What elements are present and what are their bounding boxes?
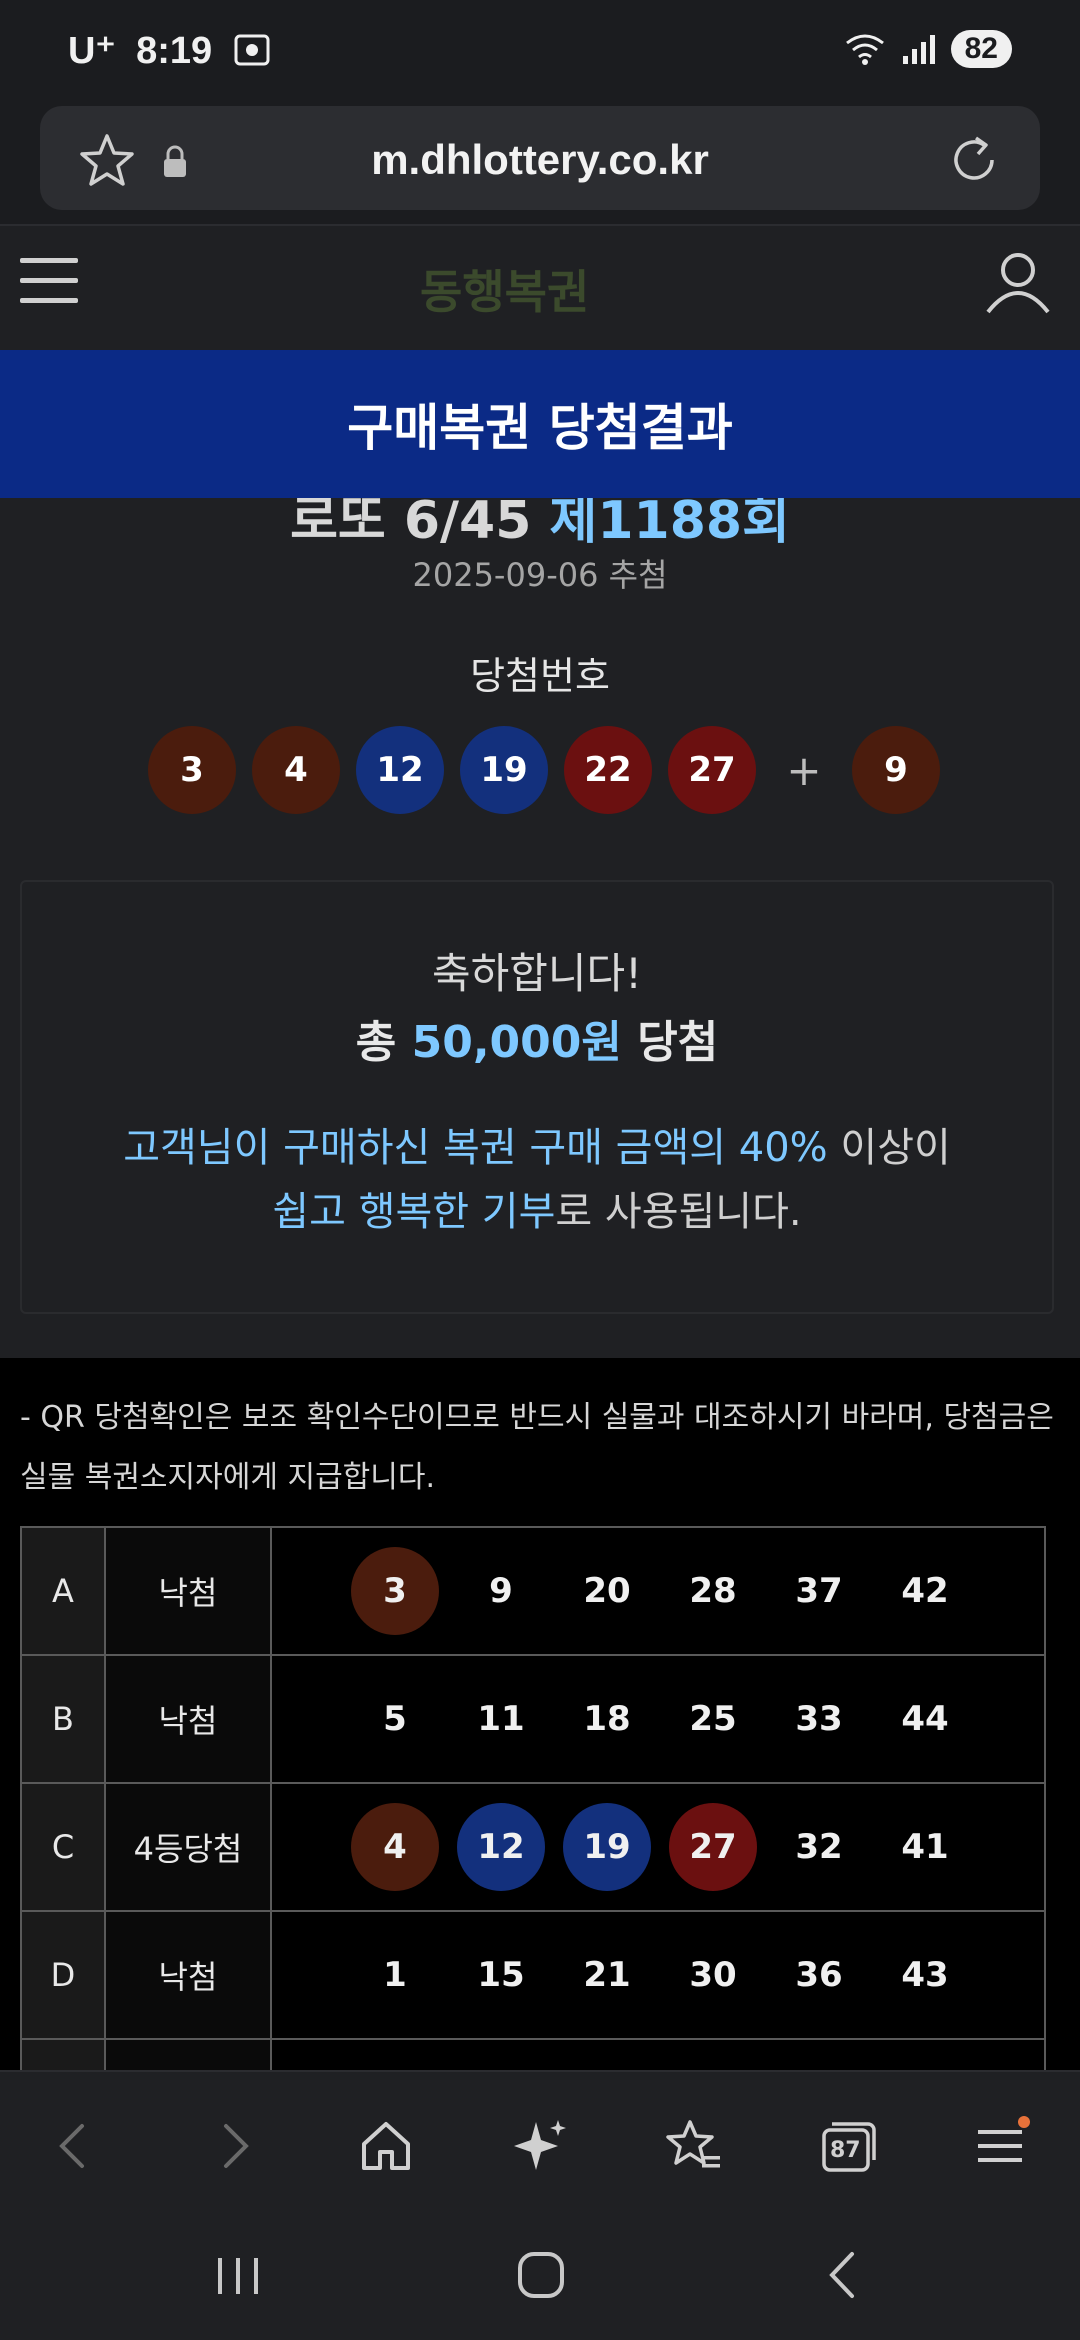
game-status: 낙첨 [104, 1526, 272, 1656]
ticket-number: 28 [689, 1571, 737, 1611]
bookmarks-icon[interactable] [664, 2116, 724, 2176]
forward-arrow-icon[interactable] [204, 2116, 264, 2176]
prize-prefix: 총 [355, 1017, 397, 1068]
prize-suffix: 당첨 [637, 1017, 719, 1068]
ticket-number: 44 [901, 1699, 949, 1739]
user-account-icon[interactable] [984, 250, 1052, 314]
back-nav-icon[interactable] [808, 2240, 878, 2310]
winning-numbers: 3 4 12 19 22 27 + 9 [148, 726, 956, 814]
ticket-number-matched: 12 [457, 1803, 545, 1891]
prize-summary: 총 50,000원 당첨 [22, 1006, 1052, 1070]
draw-date: 2025-09-06 추첨 [412, 556, 668, 594]
ticket-number: 33 [795, 1699, 843, 1739]
menu-button[interactable] [972, 2116, 1032, 2176]
ticket-number-matched: 3 [351, 1547, 439, 1635]
table-row: C 4등당첨 4 12 19 27 32 41 [20, 1782, 1046, 1912]
ticket-section: - QR 당첨확인은 보조 확인수단이므로 반드시 실물과 대조하시기 바라며,… [0, 1358, 1080, 2168]
status-right: 82 [843, 30, 1012, 68]
home-icon[interactable] [356, 2116, 416, 2176]
hamburger-menu-icon[interactable] [18, 254, 80, 308]
recent-apps-icon[interactable] [204, 2240, 274, 2310]
browser-bottom-bar: 87 [0, 2070, 1080, 2212]
url-bar[interactable]: m.dhlottery.co.kr [40, 106, 1040, 210]
tabs-count: 87 [830, 2138, 861, 2163]
menu-icon [978, 2116, 1030, 2162]
game-numbers: 5 11 18 25 33 44 [270, 1654, 1046, 1784]
round-number: 제1188회 [549, 491, 790, 551]
status-left: U⁺ 8:19 [68, 28, 271, 73]
ticket-number: 18 [583, 1699, 631, 1739]
game-status: 낙첨 [104, 1654, 272, 1784]
table-row: B 낙첨 5 11 18 25 33 44 [20, 1654, 1046, 1784]
system-nav-bar [0, 2210, 1080, 2340]
site-logo[interactable]: 동행복권 [420, 256, 589, 322]
winning-ball: 12 [356, 726, 444, 814]
ticket-number-matched: 4 [351, 1803, 439, 1891]
signal-icon [902, 35, 935, 64]
donate-line1-rest: 이상이 [840, 1125, 951, 1171]
ticket-number: 5 [383, 1699, 407, 1739]
game-numbers: 1 15 21 30 36 43 [270, 1910, 1046, 2040]
winning-ball: 3 [148, 726, 236, 814]
ticket-number: 42 [901, 1571, 949, 1611]
donate-line2-rest: 로 사용됩니다. [555, 1189, 802, 1235]
ai-sparkle-icon[interactable] [510, 2116, 570, 2176]
ticket-number: 15 [477, 1955, 525, 1995]
ticket-number: 1 [383, 1955, 407, 1995]
page-title-banner: 구매복권 당첨결과 [0, 350, 1080, 498]
game-label: A [20, 1526, 106, 1656]
wifi-icon [845, 34, 884, 65]
game-label: C [20, 1782, 106, 1912]
ticket-number: 36 [795, 1955, 843, 1995]
ticket-number-matched: 19 [563, 1803, 651, 1891]
game-status: 낙첨 [104, 1910, 272, 2040]
home-nav-icon[interactable] [506, 2240, 576, 2310]
ticket-number: 41 [901, 1827, 949, 1867]
carrier-label: U⁺ [68, 30, 116, 72]
result-card: 축하합니다! 총 50,000원 당첨 고객님이 구매하신 복권 구매 금액의 … [20, 880, 1054, 1314]
ticket-number: 32 [795, 1827, 843, 1867]
ticket-number-matched: 27 [669, 1803, 757, 1891]
clock: 8:19 [136, 30, 213, 72]
site-header: 동행복권 [0, 224, 1080, 352]
url-text[interactable]: m.dhlottery.co.kr [40, 136, 1040, 184]
back-arrow-icon[interactable] [44, 2116, 104, 2176]
screenshot-icon [234, 34, 270, 66]
page-title: 구매복권 당첨결과 [347, 399, 733, 457]
donate-line1-highlight: 고객님이 구매하신 복권 구매 금액의 40% [123, 1125, 828, 1171]
ticket-number: 21 [583, 1955, 631, 1995]
game-label: B [20, 1654, 106, 1784]
game-numbers: 3 9 20 28 37 42 [270, 1526, 1046, 1656]
status-bar: U⁺ 8:19 82 [0, 0, 1080, 100]
congrats-text: 축하합니다! [431, 949, 643, 998]
donate-line2-highlight: 쉽고 행복한 기부 [272, 1189, 556, 1235]
game-status: 4등당첨 [104, 1782, 272, 1912]
ticket-number: 9 [489, 1571, 513, 1611]
battery-indicator: 82 [950, 30, 1012, 68]
ticket-number: 25 [689, 1699, 737, 1739]
game-name: 로또 6/45 [290, 491, 532, 551]
bonus-ball: 9 [852, 726, 940, 814]
ticket-number: 20 [583, 1571, 631, 1611]
ticket-number: 37 [795, 1571, 843, 1611]
ticket-number: 43 [901, 1955, 949, 1995]
winning-ball: 4 [252, 726, 340, 814]
qr-notice: - QR 당첨확인은 보조 확인수단이므로 반드시 실물과 대조하시기 바라며,… [20, 1400, 1054, 1495]
ticket-number: 11 [477, 1699, 525, 1739]
game-numbers: 4 12 19 27 32 41 [270, 1782, 1046, 1912]
browser-toolbar: m.dhlottery.co.kr [0, 100, 1080, 224]
table-row: A 낙첨 3 9 20 28 37 42 [20, 1526, 1046, 1656]
ticket-number: 30 [689, 1955, 737, 1995]
reload-icon[interactable] [946, 132, 1002, 188]
tabs-button[interactable]: 87 [818, 2116, 878, 2176]
prize-amount: 50,000원 [411, 1017, 622, 1068]
game-label: D [20, 1910, 106, 2040]
winning-ball: 27 [668, 726, 756, 814]
table-row: D 낙첨 1 15 21 30 36 43 [20, 1910, 1046, 2040]
winning-ball: 19 [460, 726, 548, 814]
donation-message: 고객님이 구매하신 복권 구매 금액의 40% 이상이 쉽고 행복한 기부로 사… [22, 1116, 1052, 1244]
plus-sign: + [786, 745, 822, 795]
winning-numbers-label: 당첨번호 [470, 654, 610, 698]
winning-ball: 22 [564, 726, 652, 814]
